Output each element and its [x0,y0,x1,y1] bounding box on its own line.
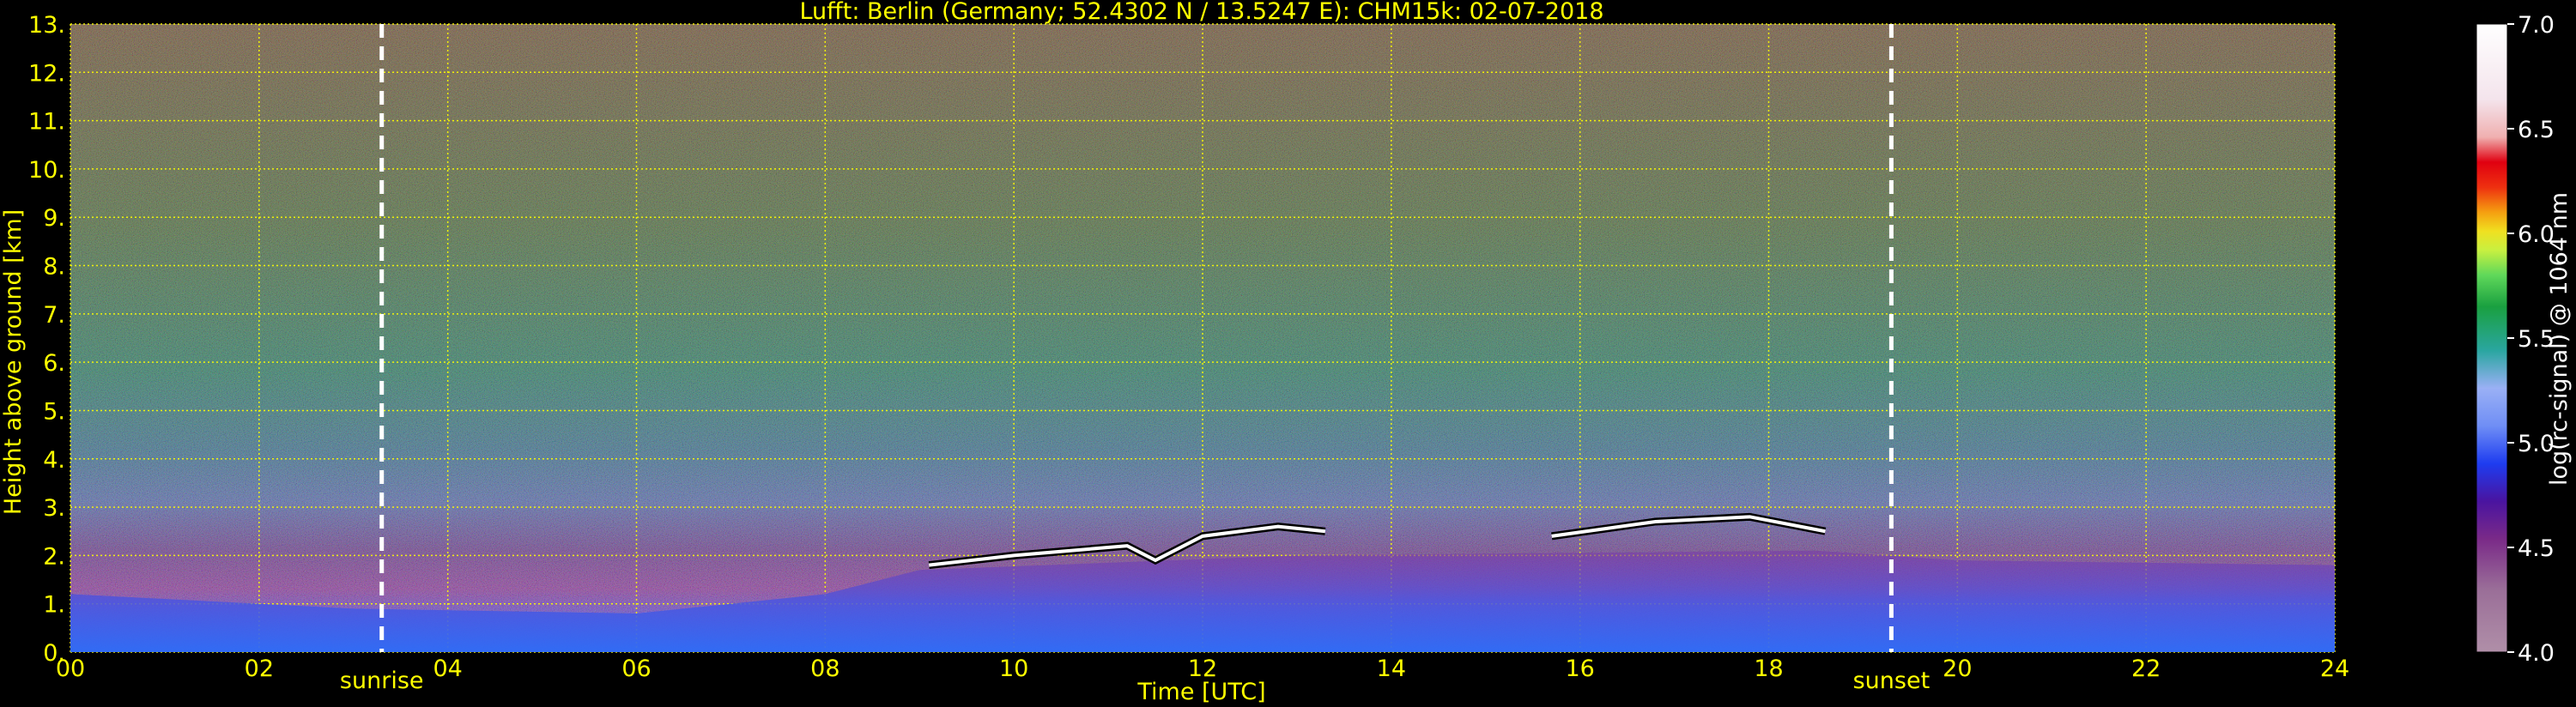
x-tick-label: 08 [810,656,839,682]
y-tick-label: 10. [28,157,65,184]
ceilometer-chart: sunrise sunset 00 02 04 06 08 10 12 14 16 18 20 22 24… [0,0,2573,705]
colorbar-tick-label: 4.5 [2518,535,2555,562]
y-tick-label: 3. [43,495,65,522]
x-tick-label: 18 [1754,656,1783,682]
y-tick-label: 13. [28,12,65,39]
sunset-label: sunset [1853,668,1930,694]
x-tick-label: 10 [999,656,1028,682]
y-tick-label: 12. [28,60,65,87]
y-tick-label: 4. [43,447,65,474]
x-tick-label: 16 [1565,656,1594,682]
y-tick-label: 2. [43,543,65,570]
colorbar-gradient [2476,23,2508,653]
x-tick-label: 22 [2131,656,2161,682]
y-tick-label: 0. [43,640,65,667]
sunrise-label: sunrise [340,668,424,694]
colorbar-label: log(rc-signal) @ 1064 nm [2546,192,2573,486]
y-tick-label: 9. [43,205,65,232]
y-tick-label: 7. [43,302,65,329]
colorbar-tick-label: 6.5 [2518,117,2555,143]
y-tick-label: 1. [43,592,65,619]
y-tick-label: 8. [43,254,65,281]
y-tick-label: 11. [28,109,65,136]
x-tick-label: 24 [2320,656,2349,682]
x-axis-label: Time [UTC] [1136,679,1265,705]
colorbar-tick-label: 4.0 [2518,640,2555,667]
x-tick-label: 02 [245,656,274,682]
y-tick-label: 5. [43,398,65,425]
x-tick-label: 04 [433,656,462,682]
colorbar: 7.06.56.05.55.04.54.0 [2476,12,2555,667]
x-tick-label: 14 [1377,656,1406,682]
colorbar-tick-label: 7.0 [2518,12,2555,39]
chart-title: Lufft: Berlin (Germany; 52.4302 N / 13.5… [799,0,1603,25]
x-tick-label: 20 [1943,656,1972,682]
y-axis-label: Height above ground [km] [0,209,27,515]
x-tick-label: 06 [621,656,651,682]
y-tick-label: 6. [43,350,65,377]
